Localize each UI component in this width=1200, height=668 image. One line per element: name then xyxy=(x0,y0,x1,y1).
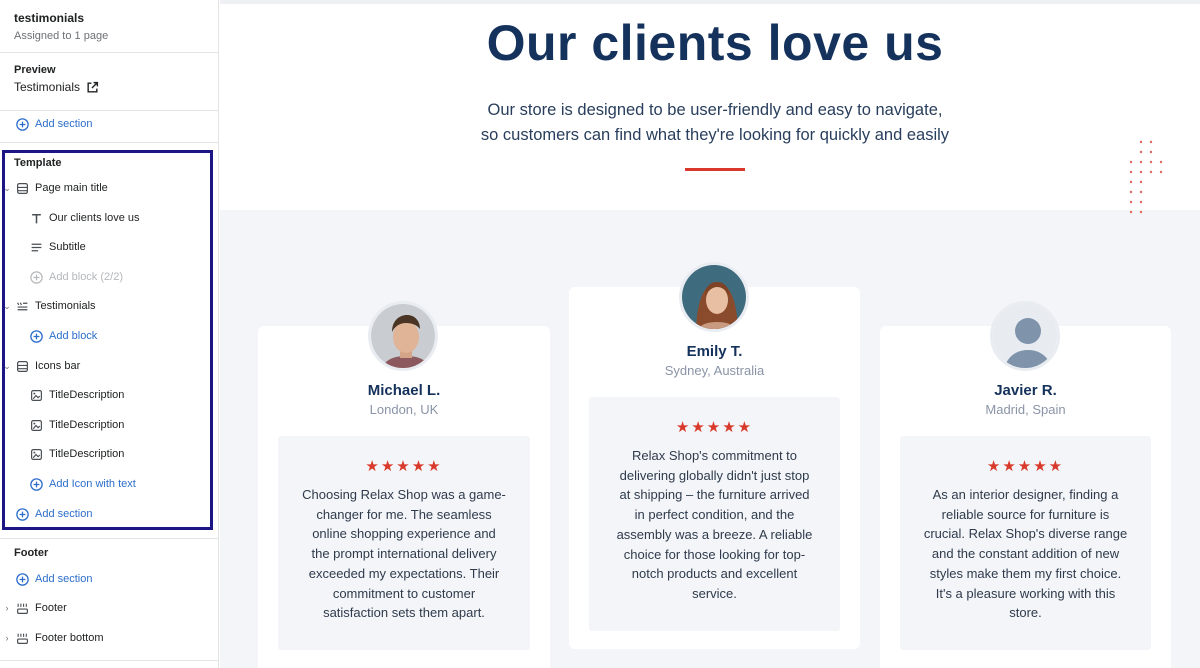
quote-line: notch products and excellent xyxy=(631,566,798,582)
page-subtitle: Our store is designed to be user-friendl… xyxy=(220,98,1200,148)
star-rating: ★★★★★ xyxy=(986,458,1065,475)
testimonial-quote: ★★★★★ Relax Shop's commitment to deliver… xyxy=(589,397,840,631)
quote-line: Choosing Relax Shop was a game- xyxy=(302,487,506,502)
footer-section-icon xyxy=(16,632,29,645)
testimonial-card[interactable]: Javier R. Madrid, Spain ★★★★★ As an inte… xyxy=(880,301,1171,668)
quote-line: exceeded my expectations. Their xyxy=(308,565,500,581)
quote-line: As an interior designer, finding a xyxy=(932,487,1119,502)
avatar xyxy=(679,262,749,332)
add-section-label: Add section xyxy=(35,118,93,130)
add-section-button[interactable]: Add section xyxy=(16,569,92,589)
quote-line: at shipping – the furniture arrived xyxy=(619,487,810,503)
section-footer[interactable]: Footer xyxy=(16,598,67,618)
hero-section[interactable]: Our clients love us Our store is designe… xyxy=(220,4,1200,214)
section-label: Footer bottom xyxy=(35,632,104,644)
quote-line: the prompt international delivery xyxy=(311,546,497,562)
quote-line: and the constant addition of new xyxy=(931,546,1120,562)
plus-circle-icon xyxy=(16,117,29,131)
preview-link[interactable]: Testimonials xyxy=(14,80,99,94)
divider xyxy=(0,110,219,111)
subtitle-line: so customers can find what they're looki… xyxy=(480,126,950,144)
page-title: Our clients love us xyxy=(486,15,944,71)
template-assignment: Assigned to 1 page xyxy=(14,30,109,42)
testimonial-location: London, UK xyxy=(369,402,439,417)
plus-circle-icon xyxy=(16,572,29,586)
quote-line: styles make them my first choice. xyxy=(929,565,1122,581)
template-highlight-box xyxy=(2,150,213,530)
external-link-icon xyxy=(86,81,99,94)
testimonial-location: Sydney, Australia xyxy=(664,363,765,378)
quote-line: satisfaction sets them apart. xyxy=(323,605,485,621)
quote-line: store. xyxy=(1009,605,1042,621)
quote-line: reliable source for furniture is xyxy=(941,506,1110,522)
divider xyxy=(0,52,219,53)
quote-line: online shopping experience and xyxy=(312,526,496,542)
testimonial-text: Relax Shop's commitment to delivering gl… xyxy=(601,446,828,604)
quote-line: commitment to customer xyxy=(332,585,476,601)
preview-label: Preview xyxy=(14,64,56,76)
theme-editor-sidebar: testimonials Assigned to 1 page Preview … xyxy=(0,0,219,668)
divider xyxy=(0,538,219,539)
section-label: Footer xyxy=(35,602,67,614)
testimonial-card[interactable]: Emily T. Sydney, Australia ★★★★★ Relax S… xyxy=(569,262,860,649)
quote-line: changer for me. The seamless xyxy=(316,506,492,522)
testimonial-location: Madrid, Spain xyxy=(985,402,1066,417)
quote-line: delivering globally didn't just stop xyxy=(619,467,810,483)
section-footer-bottom[interactable]: Footer bottom xyxy=(16,628,103,648)
testimonial-name: Emily T. xyxy=(686,343,743,360)
template-name: testimonials xyxy=(14,11,85,25)
footer-group-label: Footer xyxy=(14,547,49,559)
divider xyxy=(0,142,219,143)
testimonial-quote: ★★★★★ As an interior designer, finding a… xyxy=(900,436,1151,650)
title-underline xyxy=(685,168,745,171)
quote-line: Relax Shop's commitment to xyxy=(631,448,798,463)
avatar xyxy=(368,301,438,371)
add-section-button[interactable]: Add section xyxy=(16,114,92,134)
testimonial-card[interactable]: Michael L. London, UK ★★★★★ Choosing Rel… xyxy=(258,301,550,668)
testimonial-name: Javier R. xyxy=(994,382,1057,399)
preview-link-label: Testimonials xyxy=(14,80,81,94)
chevron-right-icon[interactable]: › xyxy=(3,598,11,618)
testimonial-name: Michael L. xyxy=(367,382,441,399)
quote-line: choice for those looking for top- xyxy=(623,546,806,562)
subtitle-line: Our store is designed to be user-friendl… xyxy=(487,101,943,119)
chevron-right-icon[interactable]: › xyxy=(3,628,11,648)
divider xyxy=(0,660,219,661)
quote-line: in perfect condition, and the xyxy=(634,507,795,523)
decorative-dots xyxy=(1129,140,1163,214)
quote-line: crucial. Relax Shop's diverse range xyxy=(923,526,1128,542)
testimonial-text: Choosing Relax Shop was a game- changer … xyxy=(290,485,518,623)
testimonial-text: As an interior designer, finding a relia… xyxy=(912,485,1139,623)
quote-line: service. xyxy=(692,585,737,601)
testimonial-quote: ★★★★★ Choosing Relax Shop was a game- ch… xyxy=(278,436,530,650)
avatar xyxy=(990,301,1060,371)
template-header: testimonials Assigned to 1 page xyxy=(14,11,108,42)
page-preview: Our clients love us Our store is designe… xyxy=(220,0,1200,668)
add-section-label: Add section xyxy=(35,573,93,585)
star-rating: ★★★★★ xyxy=(675,419,754,436)
quote-line: assembly was a breeze. A reliable xyxy=(616,526,813,542)
star-rating: ★★★★★ xyxy=(365,458,443,475)
quote-line: It's a pleasure working with this xyxy=(935,585,1116,601)
footer-section-icon xyxy=(16,602,29,615)
